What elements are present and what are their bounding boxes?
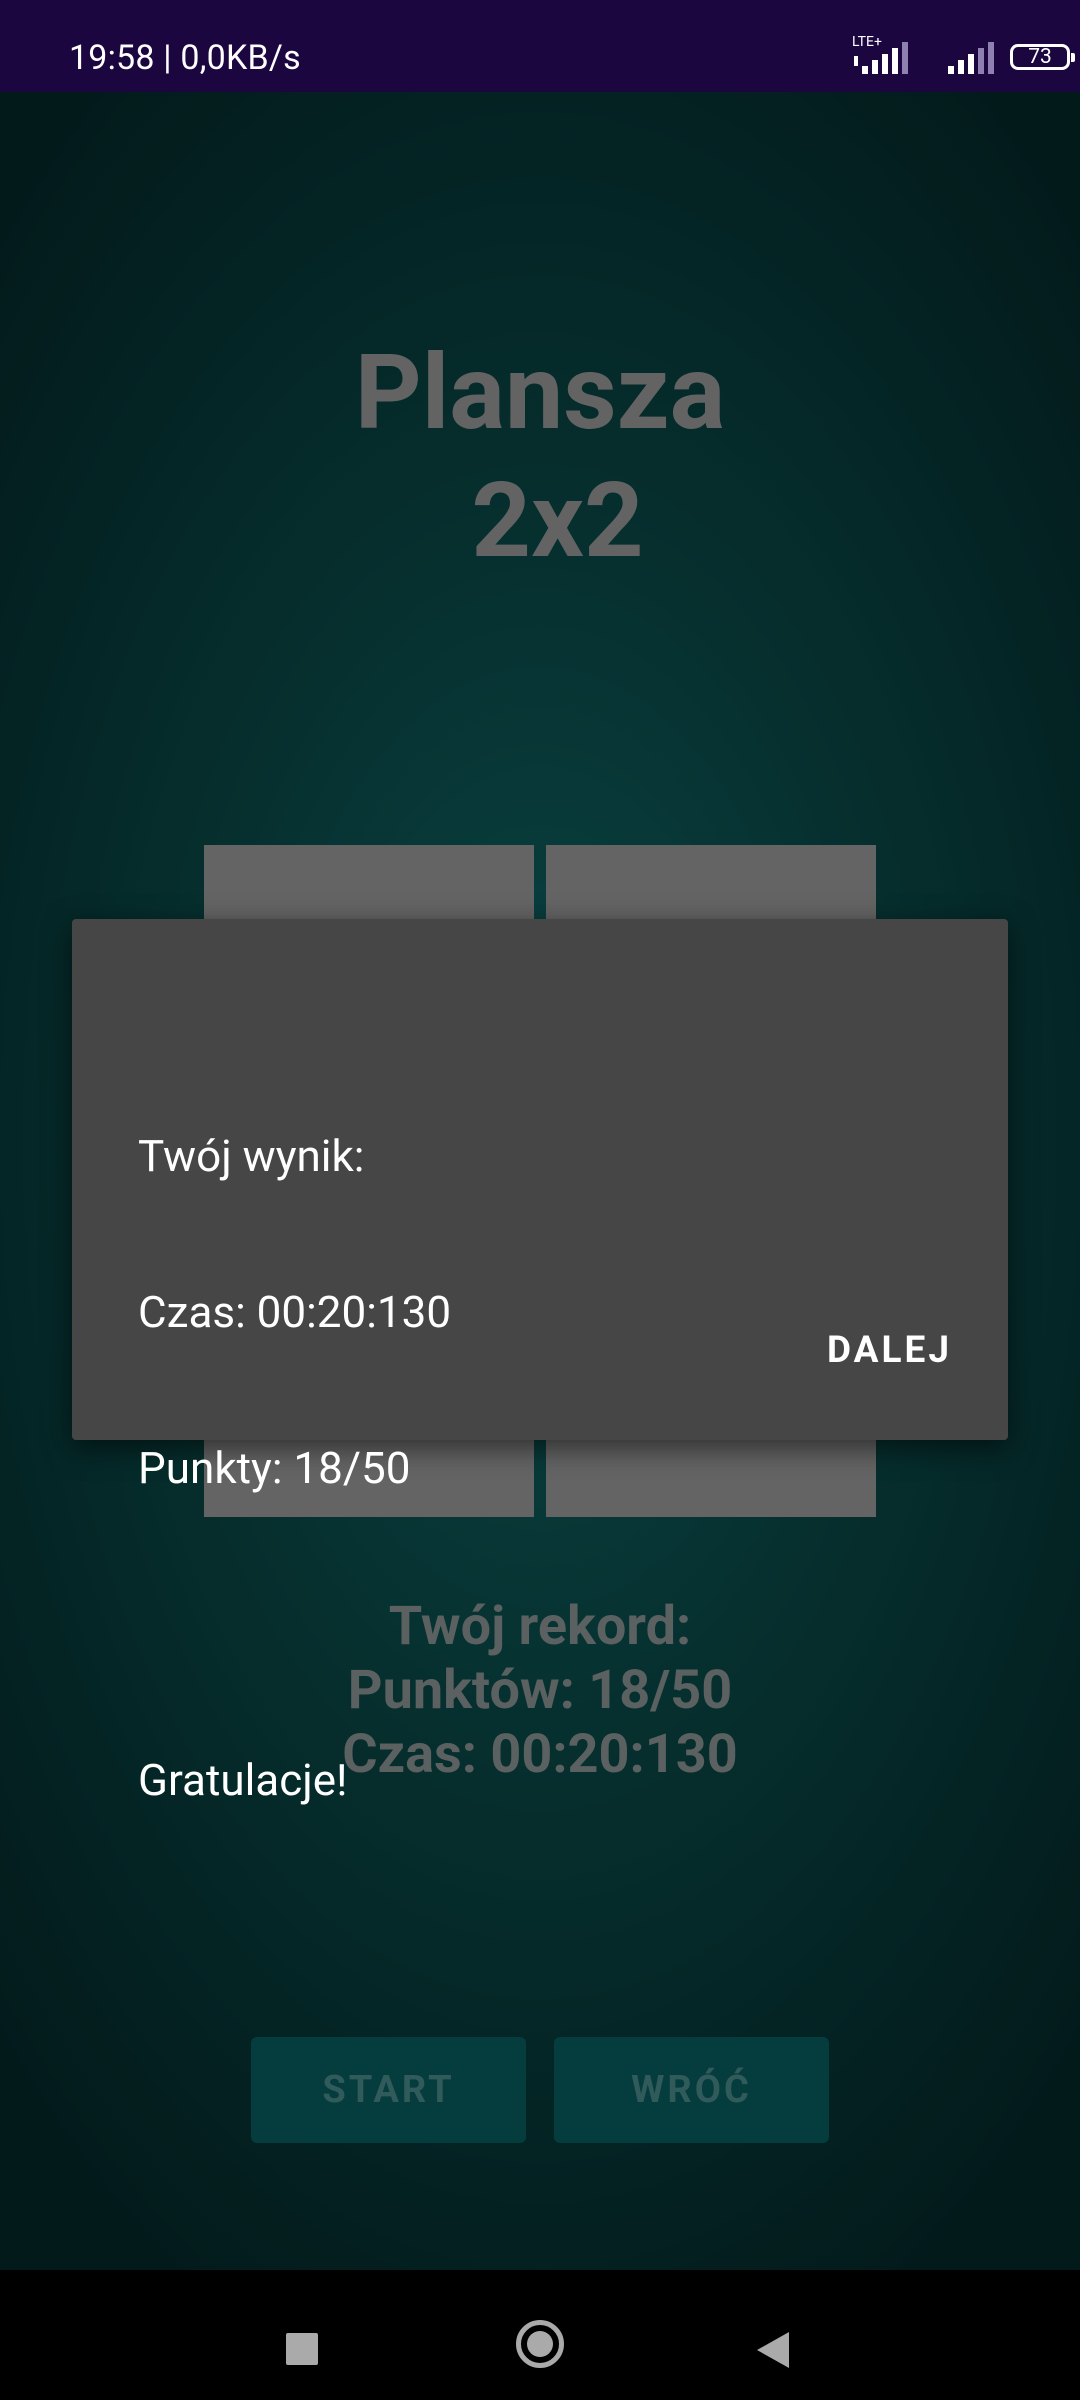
status-bar: 19:58 | 0,0KB/s LTE+ 73 [0, 0, 1080, 92]
dialog-line: Czas: 00:20:130 [138, 1286, 452, 1338]
dialog-line: Punkty: 18/50 [138, 1442, 411, 1494]
battery-icon: 73 [1010, 44, 1075, 70]
navigation-bar [0, 2270, 1080, 2400]
back-triangle-icon[interactable] [755, 2330, 791, 2370]
signal-strength-icon [854, 42, 908, 74]
dialog-line: Twój wynik: [138, 1130, 365, 1182]
dialog-line: Gratulacje! [138, 1754, 348, 1806]
recents-square-icon[interactable] [286, 2333, 318, 2365]
status-time: 19:58 | 0,0KB/s [69, 38, 301, 78]
result-dialog: Twój wynik: Czas: 00:20:130 Punkty: 18/5… [72, 919, 1008, 1806]
signal-strength-icon [948, 42, 994, 74]
dialog-line [138, 1598, 451, 1650]
continue-button[interactable]: DALEJ [827, 1329, 952, 1372]
dialog-message: Twój wynik: Czas: 00:20:130 Punkty: 18/5… [138, 1026, 451, 1910]
home-circle-icon[interactable] [516, 2320, 564, 2368]
